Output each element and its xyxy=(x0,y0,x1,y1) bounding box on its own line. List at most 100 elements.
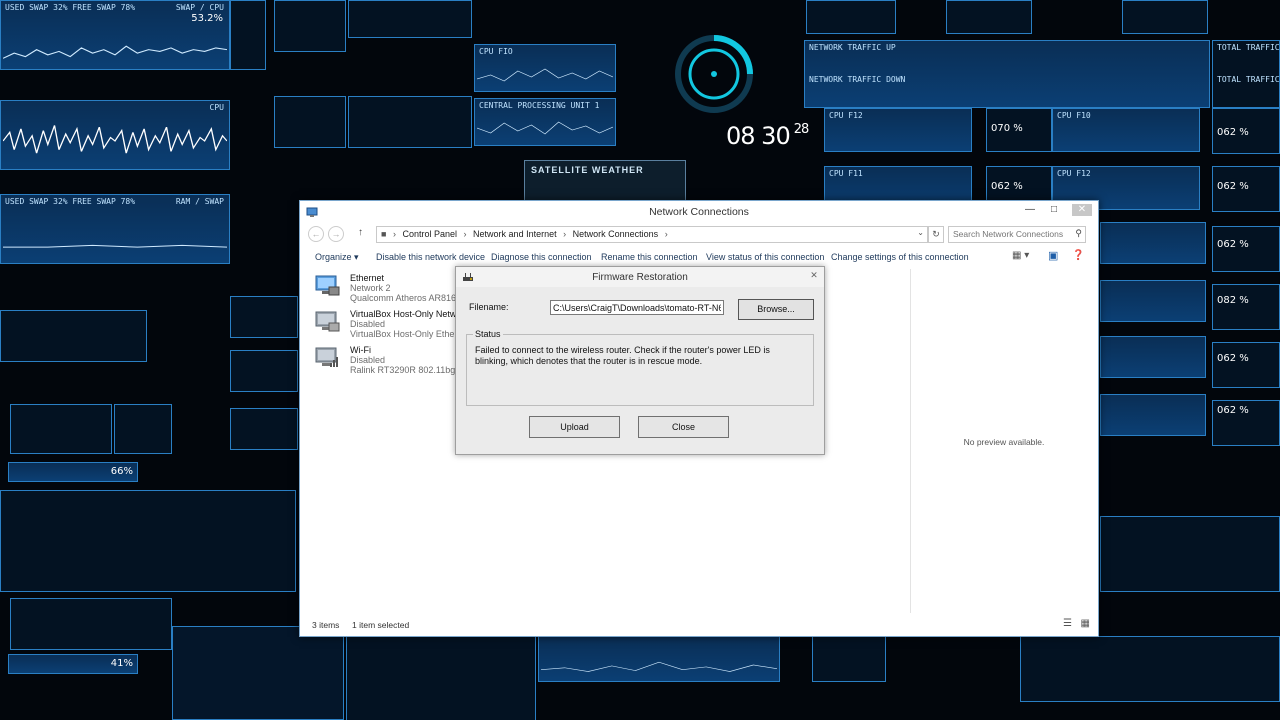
diagnose-button[interactable]: Diagnose this connection xyxy=(491,252,592,262)
connection-name: Ethernet xyxy=(350,273,385,283)
search-box[interactable]: ⚲ xyxy=(948,226,1086,243)
chevron-right-icon[interactable]: › xyxy=(563,229,566,239)
activity-ring xyxy=(666,34,762,130)
panel-title: CPU FIO xyxy=(479,47,513,56)
world-map-panel xyxy=(172,626,344,720)
disk-panel xyxy=(348,0,472,38)
cpu-panel: CPU xyxy=(0,100,230,170)
forward-arrow-icon[interactable]: → xyxy=(328,226,344,242)
close-window-button[interactable]: ✕ xyxy=(1072,204,1092,216)
bars-panel xyxy=(1100,516,1280,592)
cpu-fio-panel: CPU FIO xyxy=(474,44,616,92)
ethernet-adapter-icon xyxy=(315,275,340,296)
chevron-down-icon[interactable]: ⌄ xyxy=(917,228,924,237)
breadcrumb-network-internet[interactable]: Network and Internet xyxy=(473,229,557,239)
desktop-clock: 08 30 28 xyxy=(726,122,810,150)
cpu-f12-panel: CPU F12 xyxy=(824,108,972,152)
window-titlebar: Network Connections — □ ✕ xyxy=(300,201,1098,223)
browse-button[interactable]: Browse... xyxy=(738,299,814,320)
refresh-button[interactable]: ↻ xyxy=(928,226,944,243)
usage-percent: 062 % xyxy=(991,181,1023,192)
organize-menu[interactable]: Organize ▾ xyxy=(315,252,359,263)
connection-status: Network 2 xyxy=(350,283,391,293)
preview-pane-icon[interactable]: ▣ xyxy=(1048,249,1058,262)
cpu2-panel xyxy=(806,0,896,34)
swap-small-panel xyxy=(0,310,147,362)
view-status-button[interactable]: View status of this connection xyxy=(706,252,824,262)
back-arrow-icon[interactable]: ← xyxy=(308,226,324,242)
details-view-icon[interactable]: ☰ xyxy=(1063,618,1072,629)
connection-device: VirtualBox Host-Only Ethernet... xyxy=(350,329,460,339)
connection-name: VirtualBox Host-Only Network xyxy=(350,309,469,319)
list-item[interactable]: VirtualBox Host-Only Network Disabled Vi… xyxy=(314,309,469,339)
disk-bar-2: 41% xyxy=(8,654,138,674)
control-panel-icon: ■ xyxy=(381,229,387,239)
dialog-close-icon[interactable]: ✕ xyxy=(808,269,820,281)
item-count: 3 items xyxy=(312,620,340,630)
window-title: Network Connections xyxy=(649,206,749,218)
up-arrow-icon[interactable]: ↑ xyxy=(358,227,363,238)
usage-right-6: 062 % xyxy=(1212,400,1280,446)
usage-right-3: 062 % xyxy=(1212,226,1280,272)
sensor-grid xyxy=(0,490,296,592)
cpu-graph-r1 xyxy=(1100,222,1206,264)
close-button[interactable]: Close xyxy=(638,416,729,438)
satellite-title: SATELLITE WEATHER xyxy=(531,165,644,175)
minimize-button[interactable]: — xyxy=(1022,204,1038,216)
connection-device: Ralink RT3290R 802.11bgn Wi-... xyxy=(350,365,460,375)
help-icon[interactable]: ❓ xyxy=(1072,250,1084,261)
disable-device-button[interactable]: Disable this network device xyxy=(376,252,485,262)
view-options-icon[interactable]: ▦ ▾ xyxy=(1012,250,1029,261)
cpu-graph-r4 xyxy=(1100,394,1206,436)
dialog-title: Firmware Restoration xyxy=(592,272,688,283)
hdd-panel xyxy=(10,404,112,454)
cpu11-panel xyxy=(1122,0,1208,34)
panel-title: USED SWAP 32% FREE SWAP 78% xyxy=(5,3,136,12)
swap-cpu-panel: USED SWAP 32% FREE SWAP 78% SWAP / CPU 5… xyxy=(0,0,230,70)
panel-title: TOTAL TRAFFIC UP xyxy=(1217,43,1280,52)
panel-title: CPU F12 xyxy=(829,111,863,120)
filename-field[interactable] xyxy=(550,300,724,315)
maximize-button[interactable]: □ xyxy=(1046,204,1062,216)
chevron-right-icon[interactable]: › xyxy=(665,229,668,239)
search-input[interactable] xyxy=(953,229,1071,239)
usage-percent: 062 % xyxy=(1217,239,1249,250)
panel-title: USED SWAP 32% FREE SWAP 78% xyxy=(5,197,136,206)
usage-percent: 082 % xyxy=(1217,295,1249,306)
usage-percent: 062 % xyxy=(1217,353,1249,364)
status-label: Status xyxy=(473,329,503,339)
usage-right-5: 062 % xyxy=(1212,342,1280,388)
change-settings-button[interactable]: Change settings of this connection xyxy=(831,252,969,262)
virtualbox-adapter-icon xyxy=(315,311,340,332)
upload-button[interactable]: Upload xyxy=(529,416,620,438)
panel-title: CPU F12 xyxy=(1057,169,1091,178)
connection-name: Wi-Fi xyxy=(350,345,371,355)
breadcrumb-network-connections[interactable]: Network Connections xyxy=(573,229,659,239)
firmware-restoration-dialog: Firmware Restoration ✕ Filename: Browse.… xyxy=(455,266,825,455)
address-bar[interactable]: ■ › Control Panel › Network and Internet… xyxy=(376,226,928,243)
chevron-right-icon[interactable]: › xyxy=(464,229,467,239)
panel-label: CPU xyxy=(209,103,224,112)
rename-button[interactable]: Rename this connection xyxy=(601,252,698,262)
total-traffic-panel: TOTAL TRAFFIC UP TOTAL TRAFFIC DN xyxy=(1212,40,1280,108)
breadcrumb-control-panel[interactable]: Control Panel xyxy=(402,229,457,239)
address-row: ← → ↑ ■ › Control Panel › Network and In… xyxy=(300,223,1098,245)
connection-device: Qualcomm Atheros AR8161 P... xyxy=(350,293,460,303)
clock-seconds: 28 xyxy=(793,122,810,137)
usage-panel: 070 % xyxy=(986,108,1052,152)
usage-right-2: 062 % xyxy=(1212,166,1280,212)
side-panel xyxy=(230,0,266,70)
ram-swap-panel: USED SWAP 32% FREE SWAP 78% RAM / SWAP xyxy=(0,194,230,264)
panel-title: CPU F11 xyxy=(829,169,863,178)
bottom-mem-panel xyxy=(812,636,886,682)
tiles-view-icon[interactable]: ▦ xyxy=(1081,618,1090,629)
connection-status: Disabled xyxy=(350,355,386,365)
list-item[interactable]: Ethernet Network 2 Qualcomm Atheros AR81… xyxy=(314,273,464,303)
breadcrumb: ■ › Control Panel › Network and Internet… xyxy=(381,229,672,239)
search-icon[interactable]: ⚲ xyxy=(1075,228,1082,239)
cpu-f10-panel: CPU F10 xyxy=(1052,108,1200,152)
panel-label: SWAP / CPU xyxy=(175,3,224,12)
list-item[interactable]: Wi-Fi Disabled Ralink RT3290R 802.11bgn … xyxy=(314,345,464,375)
bottom-swap-panel xyxy=(538,636,780,682)
swap-percent: 53.2% xyxy=(191,13,223,24)
